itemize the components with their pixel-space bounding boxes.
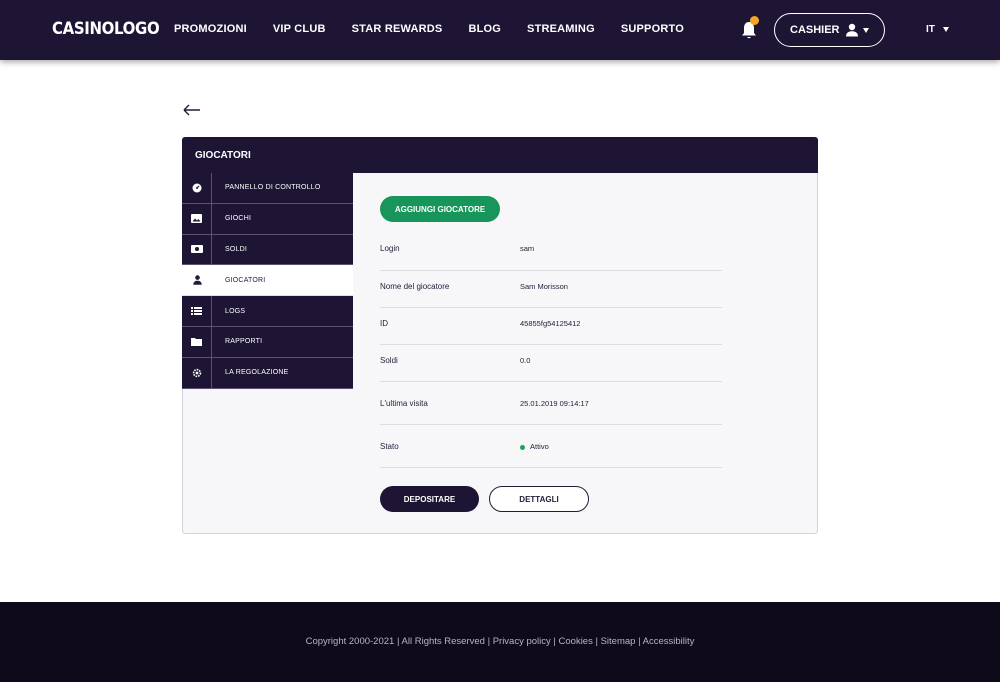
language-selector[interactable]: IT bbox=[926, 24, 949, 35]
money-icon bbox=[182, 234, 212, 265]
sidebar-item-label: PANNELLO DI CONTROLLO bbox=[225, 184, 321, 192]
footer-links[interactable]: Copyright 2000-2021 | All Rights Reserve… bbox=[0, 636, 1000, 647]
list-icon bbox=[182, 296, 212, 326]
sidebar-item-giocatori[interactable]: GIOCATORI bbox=[182, 265, 353, 297]
main-nav: PROMOZIONI VIP CLUB STAR REWARDS BLOG ST… bbox=[174, 23, 710, 35]
nav-promozioni[interactable]: PROMOZIONI bbox=[174, 23, 247, 35]
chevron-down-icon bbox=[863, 28, 869, 33]
chevron-down-icon bbox=[942, 27, 949, 32]
back-arrow-icon[interactable] bbox=[182, 100, 202, 120]
sidebar-item-rapporti[interactable]: RAPPORTI bbox=[182, 326, 353, 358]
sidebar-item-la-regolazione[interactable]: LA REGOLAZIONE bbox=[182, 357, 353, 389]
detail-label: Nome del giocatore bbox=[380, 282, 450, 291]
gear-icon bbox=[182, 357, 212, 388]
detail-row: ID 45855fg54125412 bbox=[380, 308, 722, 345]
nav-streaming[interactable]: STREAMING bbox=[527, 23, 595, 35]
nav-star-rewards[interactable]: STAR REWARDS bbox=[352, 23, 443, 35]
sidebar-menu: PANNELLO DI CONTROLLO GIOCHI SOLDI GIOCA… bbox=[182, 173, 353, 389]
sidebar-item-soldi[interactable]: SOLDI bbox=[182, 234, 353, 266]
detail-label: Soldi bbox=[380, 356, 398, 365]
detail-row: Stato Attivo bbox=[380, 425, 722, 468]
folder-icon bbox=[182, 326, 212, 357]
panel-header: GIOCATORI bbox=[182, 137, 818, 173]
sidebar-item-label: GIOCATORI bbox=[225, 276, 266, 284]
sidebar-item-logs[interactable]: LOGS bbox=[182, 296, 353, 327]
detail-label: ID bbox=[380, 319, 388, 328]
detail-value: 0.0 bbox=[520, 356, 531, 365]
status-text: Attivo bbox=[530, 442, 549, 451]
sidebar-item-label: RAPPORTI bbox=[225, 338, 263, 346]
cashier-label: CASHIER bbox=[790, 24, 840, 36]
detail-row: Nome del giocatore Sam Morisson bbox=[380, 271, 722, 308]
sidebar-item-label: GIOCHI bbox=[225, 215, 252, 223]
detail-row: Login sam bbox=[380, 234, 722, 271]
sidebar-item-label: SOLDI bbox=[225, 245, 248, 253]
detail-label: Stato bbox=[380, 442, 399, 451]
nav-vip-club[interactable]: VIP CLUB bbox=[273, 23, 326, 35]
detail-label: Login bbox=[380, 244, 400, 253]
casino-logo[interactable]: CASINOLOGO bbox=[52, 19, 160, 39]
detail-value: Sam Morisson bbox=[520, 282, 568, 291]
status-value: Attivo bbox=[520, 442, 549, 451]
detail-value: sam bbox=[520, 244, 535, 253]
footer: Copyright 2000-2021 | All Rights Reserve… bbox=[0, 602, 1000, 682]
user-icon bbox=[846, 23, 858, 37]
notification-badge bbox=[750, 16, 759, 25]
user-icon bbox=[182, 265, 212, 295]
top-navbar: CASINOLOGO PROMOZIONI VIP CLUB STAR REWA… bbox=[0, 0, 1000, 60]
nav-supporto[interactable]: SUPPORTO bbox=[621, 23, 684, 35]
dashboard-icon bbox=[182, 173, 212, 203]
status-dot bbox=[520, 444, 525, 450]
add-player-button[interactable]: AGGIUNGI GIOCATORE bbox=[380, 196, 500, 222]
sidebar-item-label: LA REGOLAZIONE bbox=[225, 369, 289, 377]
panel-title: GIOCATORI bbox=[195, 150, 251, 161]
detail-value: 45855fg54125412 bbox=[520, 319, 581, 328]
nav-blog[interactable]: BLOG bbox=[468, 23, 501, 35]
language-label: IT bbox=[926, 24, 935, 35]
detail-row: L'ultima visita 25.01.2019 09:14:17 bbox=[380, 382, 722, 425]
sidebar-item-label: LOGS bbox=[225, 307, 246, 315]
image-icon bbox=[182, 203, 212, 234]
sidebar-item-giochi[interactable]: GIOCHI bbox=[182, 203, 353, 235]
detail-label: L'ultima visita bbox=[380, 399, 428, 408]
detail-row: Soldi 0.0 bbox=[380, 345, 722, 382]
detail-value: 25.01.2019 09:14:17 bbox=[520, 399, 589, 408]
details-button[interactable]: DETTAGLI bbox=[489, 486, 589, 512]
sidebar-item-pannello-di-controllo[interactable]: PANNELLO DI CONTROLLO bbox=[182, 173, 353, 204]
deposit-button[interactable]: DEPOSITARE bbox=[380, 486, 479, 512]
cashier-button[interactable]: CASHIER bbox=[774, 13, 885, 47]
player-details: Login sam Nome del giocatore Sam Morisso… bbox=[380, 234, 722, 468]
